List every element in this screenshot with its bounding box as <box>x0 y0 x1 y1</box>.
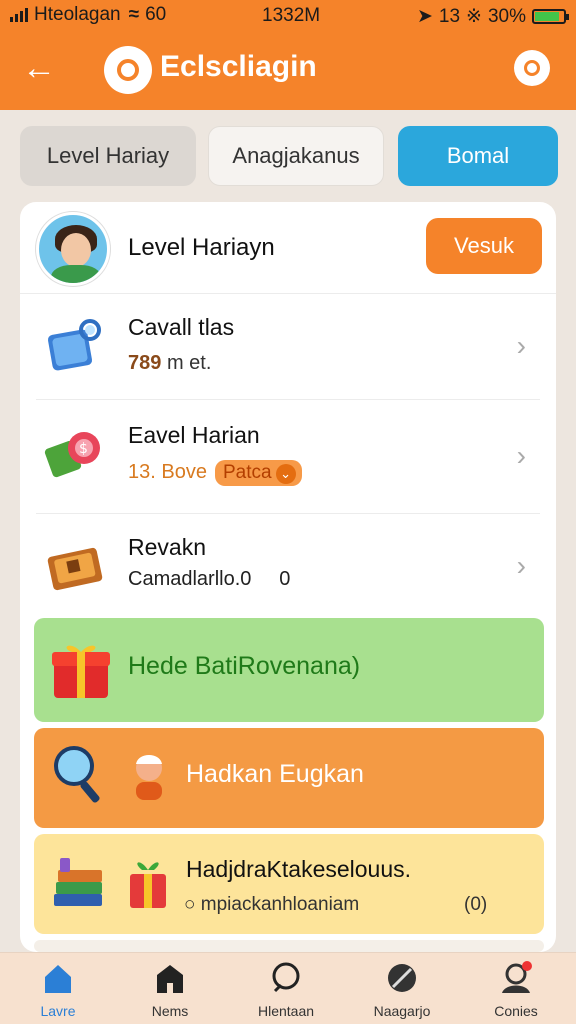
bottom-nav: Lavre Nems Hlentaan Naagarjo Conies <box>0 952 576 1024</box>
magnifier-card-icon <box>47 319 101 371</box>
chevron-right-icon: › <box>516 550 526 581</box>
bluetooth-icon: ※ <box>466 6 482 27</box>
nav-label: Nems <box>151 1003 189 1019</box>
back-arrow-icon[interactable]: ← <box>22 48 56 88</box>
main-card: Level Hariayn Vesuk Cavall tlas 789 m et… <box>20 202 556 952</box>
nav-label: Naagarjo <box>373 1003 431 1019</box>
item-title: Eavel Harian <box>128 422 260 448</box>
banner-partial <box>34 940 544 952</box>
item-title: Cavall tlas <box>128 314 235 340</box>
svg-text:$: $ <box>79 441 88 457</box>
app-header: ← Eclscliagin <box>0 30 576 110</box>
nav-item-conies[interactable]: Conies <box>466 961 566 1019</box>
banner-text: Hadkan Eugkan <box>186 760 364 788</box>
nav-item-hlentaan[interactable]: Hlentaan <box>236 961 336 1019</box>
item-title: Revakn <box>128 534 206 560</box>
treasure-book-icon <box>47 547 103 591</box>
gift-box-icon <box>130 862 166 908</box>
indicator-text: 13 <box>438 5 461 27</box>
banner-count: (0) <box>464 894 488 915</box>
nav-label: Lavre <box>40 1003 76 1019</box>
nav-item-nems[interactable]: Nems <box>120 961 220 1019</box>
chevron-right-icon: › <box>516 330 526 361</box>
promo-banner-orange[interactable]: Hadkan Eugkan <box>34 728 544 828</box>
chevron-down-icon: ⌄ <box>275 464 296 484</box>
banner-subtitle: ○ mpiackanhloaniam <box>184 894 360 915</box>
app-title: Eclscliagin <box>160 50 317 83</box>
search-icon <box>272 962 300 993</box>
level-title: Level Hariayn <box>128 234 275 261</box>
item-subtitle: 13. Bove Patca ⌄ <box>128 460 302 486</box>
tab-bar: Level Hariay Anagjakanus Bomal <box>20 126 560 186</box>
list-item[interactable]: $ Eavel Harian 13. Bove Patca ⌄ › <box>36 400 540 514</box>
nav-item-naagarjo[interactable]: Naagarjo <box>352 961 452 1019</box>
person-icon <box>136 755 162 800</box>
status-bar: Hteolagan ≈ 60 1332M ➤ 13 ※ 30% <box>0 0 576 30</box>
nav-item-lavre[interactable]: Lavre <box>8 961 108 1019</box>
app-logo <box>104 46 152 94</box>
item-subtitle: Camadlarllo.0 0 <box>128 568 291 590</box>
promo-banner-yellow[interactable]: HadjdraKtakeselouus. ○ mpiackanhloaniam … <box>34 834 544 934</box>
chevron-right-icon: › <box>516 440 526 471</box>
magnifier-icon <box>54 746 100 803</box>
location-icon: ➤ <box>416 6 433 27</box>
books-gift-icon <box>54 858 102 906</box>
banner-text: Hede BatiRovenana) <box>128 652 361 680</box>
profile-icon <box>502 961 532 993</box>
signal-icon <box>10 8 28 22</box>
clock: 1332M <box>262 5 321 26</box>
list-item[interactable]: Revakn Camadlarllo.0 0 › <box>36 514 540 618</box>
gift-box-icon <box>52 645 110 698</box>
promo-banner-green[interactable]: Hede BatiRovenana) <box>34 618 544 722</box>
battery-icon <box>532 9 569 24</box>
vesuk-button[interactable]: Vesuk <box>426 218 542 274</box>
tab-level-hariay[interactable]: Level Hariay <box>20 126 196 186</box>
list-item[interactable]: Cavall tlas 789 m et. › <box>36 296 540 400</box>
signal-extra: 60 <box>145 4 167 25</box>
banner-title: HadjdraKtakeselouus. <box>186 856 412 882</box>
chat-icon[interactable] <box>514 50 550 86</box>
carrier-name: Hteolagan <box>34 4 121 25</box>
nav-label: Hlentaan <box>257 1003 315 1019</box>
nav-label: Conies <box>494 1003 538 1019</box>
gear-coin-icon: $ <box>44 432 100 478</box>
wifi-icon: ≈ <box>128 4 140 25</box>
item-subtitle: 789 m et. <box>128 352 212 374</box>
leaf-icon <box>388 964 416 992</box>
battery-percent: 30% <box>487 5 526 27</box>
level-row: Level Hariayn Vesuk <box>20 202 556 294</box>
tab-bomal[interactable]: Bomal <box>398 126 558 186</box>
tab-anagjakanus[interactable]: Anagjakanus <box>208 126 384 186</box>
status-badge: Patca ⌄ <box>214 460 302 486</box>
home-icon <box>45 965 71 993</box>
avatar <box>36 212 110 286</box>
store-icon <box>157 965 183 993</box>
